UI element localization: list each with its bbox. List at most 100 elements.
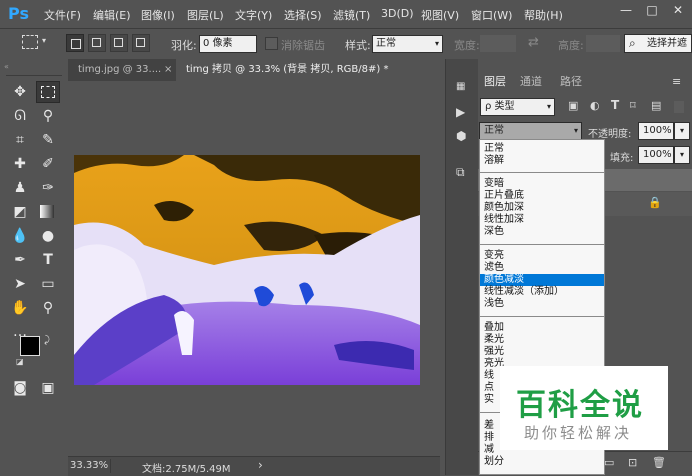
blend-option[interactable]: 颜色加深	[484, 202, 524, 214]
new-group-icon[interactable]: ▭	[604, 456, 614, 469]
add-selection-button[interactable]	[88, 34, 106, 52]
blend-option-highlighted[interactable]: 颜色减淡	[480, 274, 604, 286]
menu-filter[interactable]: 滤镜(T)	[333, 7, 370, 23]
gradient-icon[interactable]	[36, 201, 60, 223]
crop-tool-icon[interactable]: ⌗	[8, 129, 32, 151]
magic-wand-icon[interactable]: ⚲	[36, 105, 60, 127]
menu-help[interactable]: 帮助(H)	[524, 7, 563, 23]
history-brush-icon[interactable]: ✑	[36, 177, 60, 199]
blend-option[interactable]: 排	[484, 432, 494, 444]
menu-window[interactable]: 窗口(W)	[471, 7, 512, 23]
eyedropper-icon[interactable]: ✎	[36, 129, 60, 151]
menu-view[interactable]: 视图(V)	[421, 7, 459, 23]
properties-icon[interactable]: ⧉	[456, 165, 465, 180]
path-select-icon[interactable]: ➤	[8, 273, 32, 295]
blend-option[interactable]: 划分	[484, 456, 504, 468]
close-button[interactable]: ✕	[668, 3, 688, 17]
menu-image[interactable]: 图像(I)	[141, 7, 175, 23]
blend-option[interactable]: 正常	[484, 143, 504, 155]
swap-icon[interactable]: ⇄	[528, 35, 539, 50]
status-menu-arrow[interactable]: ›	[258, 458, 263, 472]
blend-option[interactable]: 强光	[484, 346, 504, 358]
width-input[interactable]	[480, 35, 516, 52]
chevron-down-icon[interactable]: ▾	[674, 146, 690, 164]
play-action-icon[interactable]: ▶	[456, 105, 465, 119]
history-panel-icon[interactable]: ▦	[456, 81, 465, 92]
tab-channels[interactable]: 通道	[520, 71, 542, 93]
menu-edit[interactable]: 编辑(E)	[93, 7, 131, 23]
blend-option[interactable]: 深色	[484, 226, 504, 238]
blend-option[interactable]: 差	[484, 420, 494, 432]
zoom-level[interactable]: 33.33%	[70, 460, 108, 471]
tab-paths[interactable]: 路径	[560, 71, 582, 93]
blend-option[interactable]: 点	[484, 382, 494, 394]
swap-colors-icon[interactable]: ⤸	[44, 335, 50, 346]
blend-option[interactable]: 减	[484, 444, 494, 456]
fill-input[interactable]: 100%	[638, 146, 674, 164]
blend-option[interactable]: 变暗	[484, 178, 504, 190]
blend-option[interactable]: 线性加深	[484, 214, 524, 226]
blend-option[interactable]: 滤色	[484, 262, 504, 274]
type-filter-icon[interactable]: T	[611, 98, 619, 112]
new-layer-icon[interactable]: ⊡	[628, 456, 637, 469]
blend-option[interactable]: 溶解	[484, 155, 504, 167]
menu-type[interactable]: 文字(Y)	[235, 7, 272, 23]
tab-layers[interactable]: 图层	[478, 71, 518, 93]
maximize-button[interactable]: □	[642, 3, 662, 17]
height-input[interactable]	[586, 35, 620, 52]
pixel-filter-icon[interactable]: ▣	[568, 99, 578, 112]
document-image[interactable]	[74, 155, 420, 385]
pen-tool-icon[interactable]: ✒	[8, 249, 32, 271]
tab-timg-jpg[interactable]: timg.jpg @ 33.... ×	[68, 59, 186, 81]
quick-mask-icon[interactable]: ◙	[8, 377, 32, 399]
style-select[interactable]: 正常 ▾	[372, 35, 443, 53]
eraser-icon[interactable]: ◩	[8, 201, 32, 223]
rect-marquee-tool-icon[interactable]	[36, 81, 60, 103]
feather-input[interactable]: 0 像素	[199, 35, 257, 53]
shape-filter-icon[interactable]: ⌑	[630, 99, 636, 112]
marquee-preset-icon[interactable]	[22, 35, 38, 49]
chevron-down-icon[interactable]: ▾	[674, 122, 690, 140]
trash-icon[interactable]: 🗑	[652, 456, 666, 469]
blend-option[interactable]: 正片叠底	[484, 190, 524, 202]
blend-option[interactable]: 浅色	[484, 298, 504, 310]
blend-option[interactable]: 变亮	[484, 250, 504, 262]
antialias-checkbox[interactable]	[265, 37, 278, 50]
move-tool-icon[interactable]: ✥	[8, 81, 32, 103]
dodge-tool-icon[interactable]: ●	[36, 225, 60, 247]
blend-option[interactable]: 线性减淡（添加）	[484, 286, 564, 298]
lasso-tool-icon[interactable]: ᘏ	[8, 105, 32, 127]
blur-tool-icon[interactable]: 💧	[8, 225, 32, 247]
clone-stamp-icon[interactable]: ♟	[8, 177, 32, 199]
blend-mode-select[interactable]: 正常 ▾	[479, 122, 582, 140]
toolbox-collapse-icon[interactable]: «	[4, 63, 60, 71]
smart-object-filter-icon[interactable]: ▤	[651, 99, 661, 112]
menu-3d[interactable]: 3D(D)	[381, 7, 414, 20]
filter-toggle[interactable]	[674, 101, 684, 113]
screen-mode-icon[interactable]: ▣	[36, 377, 60, 399]
opacity-input[interactable]: 100%	[638, 122, 674, 140]
type-tool-icon[interactable]: T	[36, 249, 60, 271]
subtract-selection-button[interactable]	[110, 34, 128, 52]
rectangle-shape-icon[interactable]: ▭	[36, 273, 60, 295]
hand-tool-icon[interactable]: ✋	[8, 297, 32, 319]
tab-timg-copy[interactable]: timg 拷贝 @ 33.3% (背景 拷贝, RGB/8#) * ×	[176, 59, 466, 81]
kind-filter-select[interactable]: ρ 类型 ▾	[480, 98, 555, 116]
minimize-button[interactable]: —	[616, 3, 636, 17]
close-icon[interactable]: ×	[164, 59, 172, 81]
cube-3d-icon[interactable]: ⬢	[456, 129, 466, 143]
menu-select[interactable]: 选择(S)	[284, 7, 322, 23]
select-and-mask-button[interactable]: ⌕ 选择并遮	[624, 34, 692, 53]
menu-file[interactable]: 文件(F)	[44, 7, 81, 23]
blend-option[interactable]: 实	[484, 394, 494, 406]
blend-option[interactable]: 叠加	[484, 322, 504, 334]
panel-menu-icon[interactable]: ≡	[672, 75, 681, 88]
adjustment-filter-icon[interactable]: ◐	[590, 99, 600, 112]
default-colors-icon[interactable]: ◪	[16, 357, 24, 366]
new-selection-button[interactable]	[66, 34, 84, 52]
healing-brush-icon[interactable]: ✚	[8, 153, 32, 175]
brush-tool-icon[interactable]: ✐	[36, 153, 60, 175]
menu-layer[interactable]: 图层(L)	[187, 7, 224, 23]
blend-option[interactable]: 柔光	[484, 334, 504, 346]
foreground-color-swatch[interactable]	[20, 336, 40, 356]
